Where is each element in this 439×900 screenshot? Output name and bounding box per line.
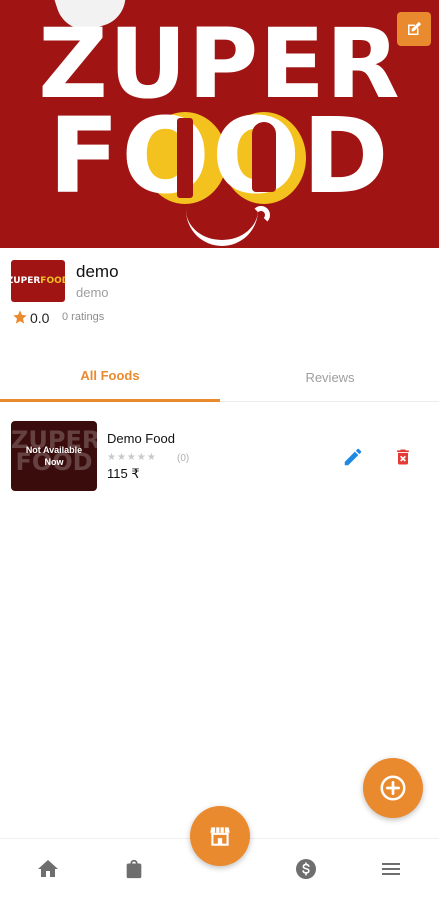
food-rating-stars: ★★★★★ [107, 452, 157, 463]
nav-earnings-button[interactable] [289, 853, 323, 885]
nav-store-button[interactable] [190, 806, 250, 866]
restaurant-subtitle: demo [76, 285, 109, 300]
rating-value: 0.0 [30, 310, 50, 326]
nav-orders-button[interactable] [117, 853, 151, 885]
edit-food-button[interactable] [340, 444, 366, 470]
logo-text-b: FOOD [40, 276, 65, 286]
spoon-icon [252, 122, 276, 192]
restaurant-info: ZUPERFOOD demo demo 0.0 0 ratings [0, 248, 439, 340]
food-thumbnail: ZUPER FOOD Not Available Now [11, 421, 97, 491]
not-available-overlay: Not Available Now [25, 445, 83, 467]
star-icon [13, 310, 27, 324]
add-food-fab[interactable] [363, 758, 423, 818]
edit-cover-button[interactable] [397, 12, 431, 46]
restaurant-logo: ZUPERFOOD [11, 260, 65, 302]
fork-icon [177, 118, 193, 198]
tab-bar: All Foods Reviews [0, 352, 439, 402]
store-icon [210, 827, 230, 846]
smile-tail-graphic [252, 206, 270, 224]
rating-count: 0 ratings [62, 311, 105, 323]
dollar-circle-icon [296, 859, 316, 879]
plus-circle-icon [380, 775, 406, 801]
pencil-icon [344, 448, 362, 466]
logo-text-a: ZUPER [11, 276, 41, 286]
food-price: 115 ₹ [107, 466, 140, 481]
restaurant-name: demo [76, 262, 119, 281]
food-list-item[interactable]: ZUPER FOOD Not Available Now Demo Food ★… [0, 410, 439, 502]
cover-banner: ZUPER FOOD [0, 0, 439, 248]
tab-all-foods[interactable]: All Foods [0, 352, 220, 402]
nav-home-button[interactable] [31, 853, 65, 885]
delete-food-button[interactable] [391, 444, 415, 470]
shopping-bag-icon [126, 859, 142, 879]
home-icon [38, 860, 58, 877]
edit-square-icon [408, 21, 422, 35]
smile-graphic [186, 206, 258, 246]
trash-icon [397, 449, 409, 465]
tab-reviews[interactable]: Reviews [220, 352, 439, 402]
menu-icon [382, 863, 400, 875]
food-name: Demo Food [107, 431, 175, 446]
nav-menu-button[interactable] [374, 853, 408, 885]
food-review-count: (0) [177, 453, 190, 464]
restaurant-screen: ZUPER FOOD ZUPERFOOD demo demo 0.0 0 rat… [0, 0, 439, 900]
cover-brand-line2: FOOD [48, 95, 391, 217]
